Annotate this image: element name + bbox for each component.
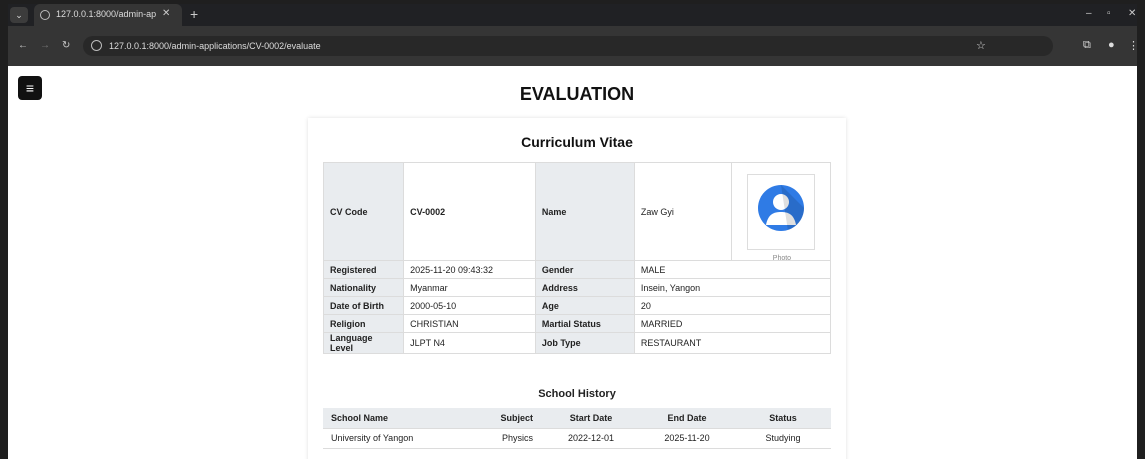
column-header: School Name: [323, 408, 473, 429]
forward-arrow-icon[interactable]: →: [40, 40, 50, 51]
school-history-title: School History: [538, 388, 616, 400]
address-label: Address: [534, 278, 635, 297]
browser-toolbar: ← → ↻ 127.0.0.1:8000/admin-applications/…: [8, 26, 1139, 66]
table-cell: Studying: [735, 428, 831, 449]
browser-window: ⌄ 127.0.0.1:8000/admin-applicati ✕ + – ▫…: [0, 0, 1145, 459]
column-header: Subject: [473, 408, 543, 429]
dob-label: Date of Birth: [322, 296, 405, 315]
cv-row: CV Code CV-0002 Name Zaw Gyi Photo: [322, 162, 832, 262]
cv-title: Curriculum Vitae: [521, 134, 633, 150]
gender-value: MALE: [633, 260, 832, 279]
cv-row: Language Level JLPT N4 Job Type RESTAURA…: [322, 332, 832, 354]
tab-title: 127.0.0.1:8000/admin-applicati: [56, 9, 156, 19]
page-content: ≡ EVALUATION Curriculum Vitae CV Code CV…: [8, 66, 1137, 459]
nationality-label: Nationality: [322, 278, 405, 297]
table-cell: Physics: [473, 428, 543, 449]
age-label: Age: [534, 296, 635, 315]
name-value: Zaw Gyi: [633, 162, 732, 261]
job-type-value: RESTAURANT: [633, 332, 832, 354]
registered-label: Registered: [322, 260, 405, 279]
tab-search-button[interactable]: ⌄: [10, 7, 28, 23]
address-url: 127.0.0.1:8000/admin-applications/CV-000…: [109, 41, 321, 51]
close-window-button[interactable]: ✕: [1128, 8, 1136, 19]
back-arrow-icon[interactable]: ←: [18, 40, 28, 51]
photo-cell: Photo: [730, 162, 832, 262]
photo-caption: Photo: [772, 254, 792, 262]
cv-code-value: CV-0002: [403, 162, 536, 261]
cv-code-label: CV Code: [322, 162, 405, 261]
marital-status-value: MARRIED: [633, 314, 832, 333]
user-avatar-icon: [757, 184, 804, 231]
close-tab-icon[interactable]: ✕: [162, 8, 170, 19]
column-header: Status: [735, 408, 831, 429]
tab-strip: ⌄ 127.0.0.1:8000/admin-applicati ✕ + – ▫…: [8, 4, 1137, 26]
new-tab-button[interactable]: +: [190, 6, 198, 22]
site-info-icon[interactable]: [91, 40, 102, 51]
cv-card: Curriculum Vitae CV Code CV-0002 Name Za…: [308, 118, 846, 459]
profile-icon[interactable]: ●: [1108, 39, 1115, 51]
browser-tab[interactable]: 127.0.0.1:8000/admin-applicati ✕: [34, 4, 182, 26]
table-row: University of Yangon Physics 2022-12-01 …: [323, 428, 831, 449]
column-header: End Date: [639, 408, 735, 429]
cv-row: Nationality Myanmar Address Insein, Yang…: [322, 278, 832, 297]
job-type-label: Job Type: [534, 332, 635, 354]
religion-value: CHRISTIAN: [403, 314, 536, 333]
address-bar[interactable]: 127.0.0.1:8000/admin-applications/CV-000…: [83, 36, 1053, 56]
religion-label: Religion: [322, 314, 405, 333]
column-header: Start Date: [543, 408, 639, 429]
address-value: Insein, Yangon: [633, 278, 832, 297]
bookmark-star-icon[interactable]: ☆: [976, 39, 986, 52]
photo-frame: Photo: [746, 173, 815, 262]
page-title: EVALUATION: [519, 84, 635, 104]
minimize-button[interactable]: –: [1086, 8, 1092, 19]
nationality-value: Myanmar: [403, 278, 536, 297]
age-value: 20: [633, 296, 832, 315]
maximize-button[interactable]: ▫: [1107, 8, 1111, 19]
name-label: Name: [534, 162, 635, 261]
table-cell: 2022-12-01: [543, 428, 639, 449]
language-level-value: JLPT N4: [403, 332, 536, 354]
cv-row: Religion CHRISTIAN Martial Status MARRIE…: [322, 314, 832, 333]
gender-label: Gender: [534, 260, 635, 279]
table-header-row: School Name Subject Start Date End Date …: [323, 408, 831, 429]
school-history-table: School Name Subject Start Date End Date …: [323, 408, 831, 449]
dob-value: 2000-05-10: [403, 296, 536, 315]
globe-icon: [40, 10, 50, 20]
marital-status-label: Martial Status: [534, 314, 635, 333]
cv-row: Date of Birth 2000-05-10 Age 20: [322, 296, 832, 315]
language-level-label: Language Level: [322, 332, 405, 354]
registered-value: 2025-11-20 09:43:32: [403, 260, 536, 279]
browser-menu-icon[interactable]: ⋮: [1128, 39, 1139, 52]
cv-table: CV Code CV-0002 Name Zaw Gyi Photo Regis…: [322, 162, 832, 354]
cv-row: Registered 2025-11-20 09:43:32 Gender MA…: [322, 260, 832, 279]
table-cell: 2025-11-20: [639, 428, 735, 449]
extensions-icon[interactable]: ⧉: [1083, 39, 1091, 52]
table-cell: University of Yangon: [323, 428, 473, 449]
reload-icon[interactable]: ↻: [62, 40, 70, 51]
